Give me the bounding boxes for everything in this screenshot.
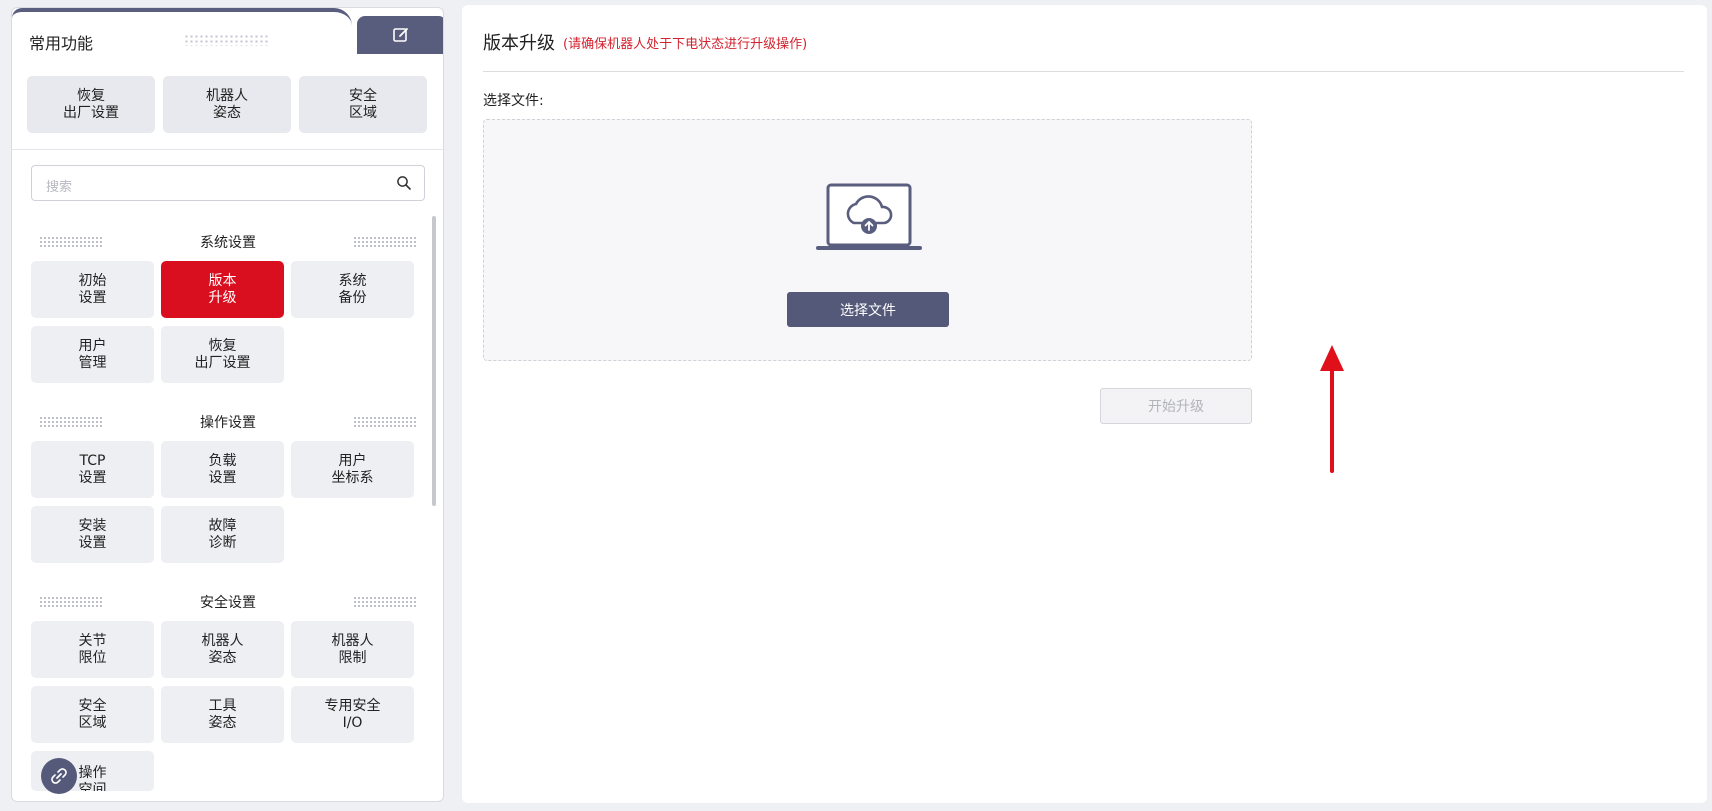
sidebar-scrollbar[interactable] [432, 216, 436, 506]
tile-fault-diagnosis[interactable]: 故障 诊断 [161, 506, 284, 563]
decorative-dots [184, 34, 270, 46]
page-title: 版本升级 [483, 33, 555, 54]
decorative-dots [353, 236, 417, 248]
tile-tcp-settings[interactable]: TCP 设置 [31, 441, 154, 498]
tab-common-functions[interactable]: 常用功能 [12, 8, 352, 56]
tile-safety-zone[interactable]: 安全 区域 [31, 686, 154, 743]
cloud-upload-laptop-icon [816, 183, 922, 250]
page-warning: (请确保机器人处于下电状态进行升级操作) [563, 37, 808, 52]
decorative-dots [353, 416, 417, 428]
tile-factory-reset[interactable]: 恢复 出厂设置 [161, 326, 284, 383]
search-input[interactable]: 搜索 [31, 165, 425, 201]
quick-robot-pose-button[interactable]: 机器人 姿态 [163, 76, 291, 133]
tile-joint-limits[interactable]: 关节 限位 [31, 621, 154, 678]
divider [483, 71, 1684, 72]
floating-link-button[interactable] [41, 758, 77, 794]
tile-user-coordinate[interactable]: 用户 坐标系 [291, 441, 414, 498]
section-safety-settings: 安全设置 [31, 588, 425, 612]
tile-version-upgrade[interactable]: 版本 升级 [161, 261, 284, 318]
edit-button[interactable] [357, 16, 443, 54]
tile-payload-settings[interactable]: 负载 设置 [161, 441, 284, 498]
tile-user-management[interactable]: 用户 管理 [31, 326, 154, 383]
section-system-settings: 系统设置 [31, 228, 425, 252]
tile-install-settings[interactable]: 安装 设置 [31, 506, 154, 563]
search-placeholder: 搜索 [46, 180, 73, 195]
section-operation-settings: 操作设置 [31, 408, 425, 432]
file-label: 选择文件: [483, 93, 544, 109]
link-icon [51, 768, 67, 784]
tile-robot-limits[interactable]: 机器人 限制 [291, 621, 414, 678]
sidebar-tabs: 常用功能 [12, 8, 443, 56]
main-panel: 版本升级 (请确保机器人处于下电状态进行升级操作) 选择文件: 选择文件 开始升… [462, 5, 1707, 803]
edit-icon [393, 28, 408, 42]
annotation-arrow [1320, 345, 1344, 473]
app: 常用功能 恢复 出厂设置 机器人 姿态 安全 区域 搜索 系统设置 初始 设置 … [0, 0, 1712, 811]
search-icon[interactable] [396, 175, 412, 191]
tab-common-functions-label: 常用功能 [29, 34, 94, 53]
tile-dedicated-safety-io[interactable]: 专用安全 I/O [291, 686, 414, 743]
quick-factory-reset-button[interactable]: 恢复 出厂设置 [27, 76, 155, 133]
quick-actions: 恢复 出厂设置 机器人 姿态 安全 区域 [12, 54, 443, 150]
start-upgrade-button[interactable]: 开始升级 [1100, 388, 1252, 424]
file-drop-zone[interactable]: 选择文件 [483, 119, 1252, 361]
sidebar: 常用功能 恢复 出厂设置 机器人 姿态 安全 区域 搜索 系统设置 初始 设置 … [11, 7, 444, 802]
decorative-dots [353, 596, 417, 608]
tile-system-backup[interactable]: 系统 备份 [291, 261, 414, 318]
tile-tool-pose[interactable]: 工具 姿态 [161, 686, 284, 743]
tile-initial-settings[interactable]: 初始 设置 [31, 261, 154, 318]
select-file-button[interactable]: 选择文件 [787, 292, 949, 327]
tile-robot-pose[interactable]: 机器人 姿态 [161, 621, 284, 678]
quick-safety-zone-button[interactable]: 安全 区域 [299, 76, 427, 133]
